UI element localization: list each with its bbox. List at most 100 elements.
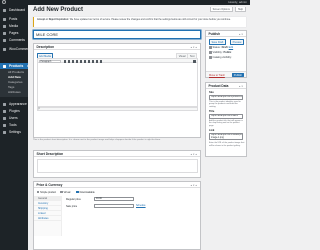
- box-toggle-icons[interactable]: ▴▾: [239, 85, 244, 88]
- menu-item-comments[interactable]: Comments: [0, 37, 28, 43]
- sale-price-input[interactable]: [94, 204, 134, 208]
- description-editor[interactable]: [36, 63, 198, 107]
- field-input[interactable]: https://example.com/media/product-image-…: [209, 133, 243, 140]
- menu-label: Appearance: [9, 102, 27, 106]
- settings-icon: [3, 130, 6, 134]
- menu-label: Tools: [9, 123, 17, 127]
- woo-icon: [3, 47, 6, 51]
- box-toggle-icons[interactable]: ▴▾▴: [191, 153, 198, 156]
- menu-label: Dashboard: [9, 8, 26, 12]
- regular-price-label: Regular price: [66, 198, 81, 201]
- catalog-line: Catalog visibility:: [209, 56, 232, 59]
- publish-button[interactable]: Publish: [231, 73, 244, 78]
- menu-label: Plugins: [9, 109, 20, 113]
- wrench-icon: [3, 123, 6, 127]
- field-help: This is the product identifier used to g…: [209, 100, 241, 108]
- plugin-icon: [3, 109, 6, 113]
- visibility-label: Visibility:: [212, 51, 223, 54]
- menu-item-users[interactable]: Users: [0, 115, 28, 121]
- field-label: Link: [209, 129, 215, 132]
- admin-sidebar: Dashboard Posts Media Pages Comments Woo…: [0, 5, 32, 250]
- menu-label: WooCommerce: [9, 47, 32, 51]
- save-draft-button[interactable]: Save Draft: [209, 39, 226, 45]
- box-toggle-icons[interactable]: ▴▾▴: [191, 184, 198, 187]
- status-label: Status:: [212, 46, 221, 49]
- menu-label: Comments: [9, 38, 25, 42]
- short-description-header: Short Description ▴▾▴: [34, 151, 200, 157]
- menu-item-settings[interactable]: Settings: [0, 129, 28, 135]
- box-toggle-icons[interactable]: ▴▾▴: [191, 46, 198, 49]
- product-data-tabs: General Inventory Shipping Linked Attrib…: [34, 196, 62, 236]
- short-description-editor[interactable]: [36, 159, 198, 173]
- edit-status-link[interactable]: Edit: [229, 46, 233, 49]
- dashboard-icon: [3, 8, 6, 12]
- product-data-box: Price & Currency ▴▾▴ Simple product Virt…: [33, 181, 201, 250]
- submenu-all-products[interactable]: All Products: [8, 70, 24, 74]
- field-label: Title: [209, 110, 215, 113]
- wordpress-logo-icon[interactable]: [2, 0, 6, 4]
- regular-price-input[interactable]: 19.00: [94, 197, 134, 201]
- checkbox[interactable]: [36, 190, 40, 194]
- description-box: Description ▴▾▴ Add Media Visual Text Pa…: [33, 43, 201, 138]
- admin-notice: Accept or Reject Expiration: We have upd…: [33, 17, 246, 27]
- preview-button[interactable]: Preview: [230, 39, 244, 45]
- menu-label: Products: [9, 64, 24, 68]
- visibility-line: Visibility: Public: [209, 51, 231, 54]
- visibility-value: Public: [223, 51, 232, 54]
- menu-item-appearance[interactable]: Appearance: [0, 101, 28, 107]
- menu-item-woocommerce[interactable]: WooCommerce: [0, 46, 32, 52]
- screen-options-tab[interactable]: Screen Options: [209, 7, 233, 12]
- field-help: Enter the URL of the product image that …: [209, 142, 245, 147]
- admin-greeting[interactable]: Howdy, admin: [228, 0, 247, 5]
- submenu-categories[interactable]: Categories: [8, 80, 23, 84]
- field-input[interactable]: https://example.com/files/c: [209, 114, 243, 119]
- menu-label: Posts: [9, 17, 18, 21]
- menu-item-pages[interactable]: Pages: [0, 30, 28, 36]
- submenu-add-new[interactable]: Add New: [8, 75, 21, 79]
- checkbox[interactable]: [76, 190, 79, 194]
- publish-box: Publish ▴▾ Save Draft Preview Status: Dra…: [205, 30, 247, 78]
- submenu-tags[interactable]: Tags: [8, 85, 14, 89]
- option-virtual[interactable]: Virtual: [60, 191, 70, 194]
- option-simple-product[interactable]: Simple product: [36, 190, 57, 194]
- option-downloadable[interactable]: Downloadable: [76, 191, 95, 194]
- box-title: Description: [36, 45, 55, 50]
- box-toggle-icons[interactable]: ▴▾: [239, 33, 244, 36]
- box-title: Price & Currency: [36, 183, 63, 188]
- menu-label: Users: [9, 116, 18, 120]
- field-input[interactable]: https://example.com/product-file-3.zip: [209, 95, 243, 100]
- screen-meta-links: Screen Options Help: [209, 7, 246, 12]
- product-data-header: Price & Currency ▴▾▴: [34, 182, 200, 188]
- option-label: Simple product: [40, 190, 57, 194]
- box-title: Short Description: [36, 152, 64, 157]
- description-header: Description ▴▾▴: [34, 44, 200, 50]
- notice-body: We have updated our terms of service. Pl…: [69, 18, 231, 21]
- editor-path: p: [38, 108, 40, 111]
- product-title-input[interactable]: MILE CORE: [33, 30, 201, 39]
- submenu-attributes[interactable]: Attributes: [8, 90, 21, 94]
- schedule-link[interactable]: Schedule: [136, 205, 146, 207]
- editor-status-bar: p: [36, 107, 198, 111]
- menu-item-dashboard[interactable]: Dashboard: [0, 7, 28, 13]
- side-data-box: Product Data ▴▾ Sku https://example.com/…: [205, 82, 247, 157]
- move-to-trash-link[interactable]: Move to Trash: [209, 74, 225, 77]
- box-title: Product Data: [208, 84, 229, 89]
- notice-text: Accept or Reject Expiration: We have upd…: [37, 18, 243, 21]
- menu-item-posts[interactable]: Posts: [0, 16, 28, 22]
- help-tab[interactable]: Help: [234, 7, 246, 12]
- option-label: Downloadable: [79, 190, 95, 194]
- page-icon: [3, 31, 6, 35]
- menu-item-tools[interactable]: Tools: [0, 122, 28, 128]
- admin-bar: Howdy, admin: [0, 0, 250, 5]
- calendar-icon: [209, 56, 212, 59]
- short-description-box: Short Description ▴▾▴: [33, 150, 201, 178]
- users-icon: [3, 116, 6, 120]
- publish-actions: Move to Trash Publish: [206, 71, 246, 78]
- checkbox[interactable]: [60, 190, 63, 194]
- menu-item-media[interactable]: Media: [0, 23, 28, 29]
- option-label: Virtual: [63, 190, 71, 194]
- sale-price-label: Sale price: [66, 205, 78, 208]
- menu-item-plugins[interactable]: Plugins: [0, 108, 28, 114]
- tab-attributes[interactable]: Attributes: [34, 216, 62, 221]
- brush-icon: [3, 102, 6, 106]
